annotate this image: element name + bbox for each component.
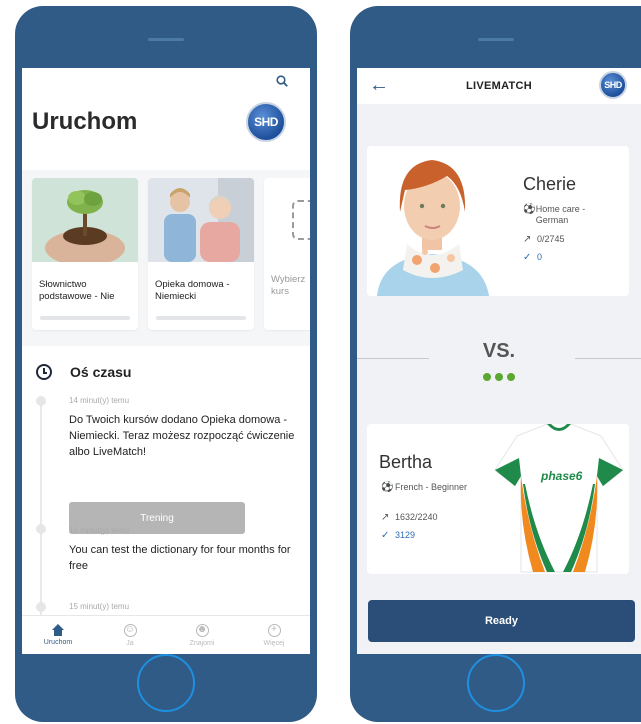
top-bar: [22, 68, 310, 98]
points-text: 0: [537, 252, 543, 262]
course-card[interactable]: Słownictwo podstawowe - Nie: [32, 178, 138, 330]
timeline-dot: [36, 396, 46, 406]
nav-item-uruchom[interactable]: Uruchom: [22, 616, 94, 654]
ready-button[interactable]: Ready: [368, 600, 635, 642]
player-name: Bertha: [379, 452, 433, 472]
player-score: ↗ 1632/2240: [381, 512, 438, 523]
player-card-opponent: Cherie ⚽ Home care - German ↗ 0/2745 ✓ 0: [367, 146, 629, 296]
friends-icon: ☻: [195, 623, 209, 637]
nav-label: Uruchom: [43, 639, 73, 646]
nav-item-wiecej[interactable]: + Więcej: [238, 616, 310, 654]
add-course-placeholder: [264, 178, 310, 262]
trend-icon: ↗: [381, 512, 390, 523]
timeline-time: 14 minut(y) temu: [69, 396, 130, 405]
timeline-line: [40, 398, 42, 616]
shd-logo[interactable]: SHD: [599, 71, 627, 99]
nav-label: Znajomi: [189, 639, 215, 647]
shd-logo[interactable]: SHD: [246, 102, 286, 142]
top-bar: ← LIVEMATCH SHD: [357, 68, 641, 104]
check-circle-icon: ✓: [523, 252, 532, 263]
check-circle-icon: ✓: [381, 530, 390, 541]
course-carousel[interactable]: Słownictwo podstawowe - Nie Opieka domow…: [22, 170, 310, 330]
player-points: ✓ 3129: [381, 530, 415, 541]
jersey-image: phase6: [494, 424, 624, 573]
timeline-title: Oś czasu: [70, 364, 132, 380]
soccer-ball-icon: ⚽: [381, 482, 394, 493]
bottom-nav: Uruchom ☺ Ja ☻ Znajomi + Więcej: [22, 615, 310, 654]
speaker: [477, 38, 514, 41]
timeline-text: You can test the dictionary for four mon…: [69, 544, 291, 572]
home-button[interactable]: [466, 654, 525, 712]
score-text: 0/2745: [537, 234, 565, 244]
plus-circle-icon: +: [267, 623, 281, 637]
nav-item-ja[interactable]: ☺ Ja: [94, 616, 166, 654]
player-card-self: Bertha ⚽ French - Beginner ↗ 1632/2240 ✓…: [367, 424, 629, 574]
player-points: ✓ 0: [523, 252, 542, 263]
phone-left: Uruchom SHD Słownictwo podstawowe - Nie: [15, 6, 317, 722]
page-title: Uruchom: [32, 108, 138, 135]
course-title: Wybierz kurs: [271, 274, 306, 297]
nav-item-znajomi[interactable]: ☻ Znajomi: [166, 616, 238, 654]
screen-right: ← LIVEMATCH SHD Cherie ⚽ Home care - Ger…: [357, 68, 641, 654]
add-course-card[interactable]: Wybierz kurs: [264, 178, 310, 330]
soccer-ball-icon: ⚽: [523, 204, 536, 215]
course-title: Opieka domowa - Niemiecki: [155, 279, 230, 302]
timeline-time: 15 minut(y) temu: [69, 602, 130, 611]
trend-icon: ↗: [523, 234, 532, 245]
home-icon: [52, 624, 64, 636]
player-name: Cherie: [523, 174, 577, 194]
player-score: ↗ 0/2745: [523, 234, 565, 245]
timeline-time: 14 minut(y) temu: [69, 526, 130, 535]
clock-icon: [36, 364, 52, 380]
screen-left: Uruchom SHD Słownictwo podstawowe - Nie: [22, 68, 310, 654]
points-text: 3129: [395, 530, 416, 540]
vs-label: VS.: [482, 340, 516, 362]
dot: [507, 373, 515, 381]
timeline-dot: [36, 524, 46, 534]
home-button[interactable]: [137, 654, 195, 712]
timeline-header: Oś czasu: [36, 364, 131, 380]
dot: [483, 373, 491, 381]
dot: [495, 373, 503, 381]
jersey-brand-text: phase6: [540, 469, 583, 483]
nav-label: Więcej: [263, 639, 285, 647]
timeline-dot: [36, 602, 46, 612]
timeline: Oś czasu 14 minut(y) temu Do Twoich kurs…: [22, 346, 310, 616]
tree-seedling-image: [32, 178, 138, 266]
player-course: ⚽ Home care - German: [523, 204, 613, 226]
avatar-woman: [367, 146, 497, 296]
speaker: [148, 38, 184, 41]
caregiver-photo: [148, 178, 254, 262]
search-icon[interactable]: [276, 75, 288, 87]
course-progress: [40, 316, 130, 320]
course-text: French - Beginner: [395, 482, 468, 492]
timeline-text: Do Twoich kursów dodano Opieka domowa - …: [69, 414, 295, 458]
phone-right: ← LIVEMATCH SHD Cherie ⚽ Home care - Ger…: [350, 6, 641, 722]
user-icon: ☺: [123, 623, 137, 637]
course-text: Home care - German: [535, 204, 586, 225]
score-text: 1632/2240: [395, 512, 438, 522]
player-course: ⚽ French - Beginner: [381, 482, 471, 493]
course-title: Słownictwo podstawowe - Nie: [39, 279, 115, 302]
course-card[interactable]: Opieka domowa - Niemiecki: [148, 178, 254, 330]
loading-dots: [357, 368, 641, 386]
header: Uruchom SHD: [22, 98, 310, 170]
nav-label: Ja: [126, 639, 134, 647]
course-progress: [156, 316, 246, 320]
